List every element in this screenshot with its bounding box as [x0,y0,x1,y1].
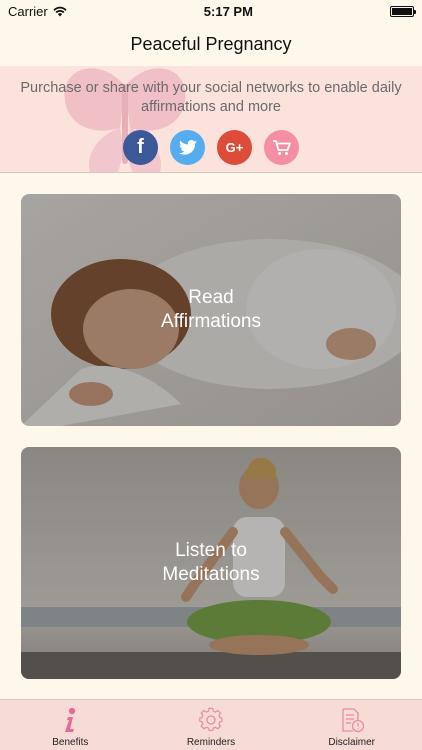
google-plus-share-button[interactable]: G+ [217,130,252,165]
share-banner: Purchase or share with your social netwo… [0,66,422,173]
card-label-line1: Listen to [175,540,247,561]
card-label-line2: Meditations [162,564,260,585]
tab-bar: Benefits Reminders Disclaimer [0,699,422,750]
status-bar: Carrier 5:17 PM [0,0,422,22]
twitter-icon [178,140,197,155]
document-icon [339,706,365,734]
tab-reminders[interactable]: Reminders [141,700,282,750]
card-label-line2: Affirmations [161,311,261,332]
google-plus-icon: G+ [225,140,244,155]
tab-label: Reminders [186,737,236,748]
social-buttons: f G+ [0,130,422,165]
clock: 5:17 PM [203,3,253,19]
page-title: Peaceful Pregnancy [130,33,292,54]
read-affirmations-card[interactable]: Read Affirmations [21,194,401,426]
tab-benefits[interactable]: Benefits [0,700,141,750]
cart-icon [272,139,291,155]
card-label: Read Affirmations [21,194,401,426]
gear-icon [198,706,224,734]
card-label: Listen to Meditations [21,447,401,679]
facebook-share-button[interactable]: f [123,130,158,165]
tab-label: Disclaimer [328,737,376,748]
carrier-label: Carrier [8,3,48,19]
tab-label: Benefits [52,737,89,748]
listen-meditations-card[interactable]: Listen to Meditations [21,447,401,679]
purchase-button[interactable] [264,130,299,165]
twitter-share-button[interactable] [170,130,205,165]
battery-icon [390,5,416,17]
share-prompt-text: Purchase or share with your social netwo… [20,80,402,115]
carrier-group: Carrier [8,4,67,19]
wifi-icon [53,6,67,16]
facebook-icon: f [137,136,144,158]
tab-disclaimer[interactable]: Disclaimer [281,700,422,750]
navigation-bar: Peaceful Pregnancy [0,22,422,66]
battery-fill [392,7,412,15]
info-icon [63,706,77,734]
card-label-line1: Read [188,287,234,308]
